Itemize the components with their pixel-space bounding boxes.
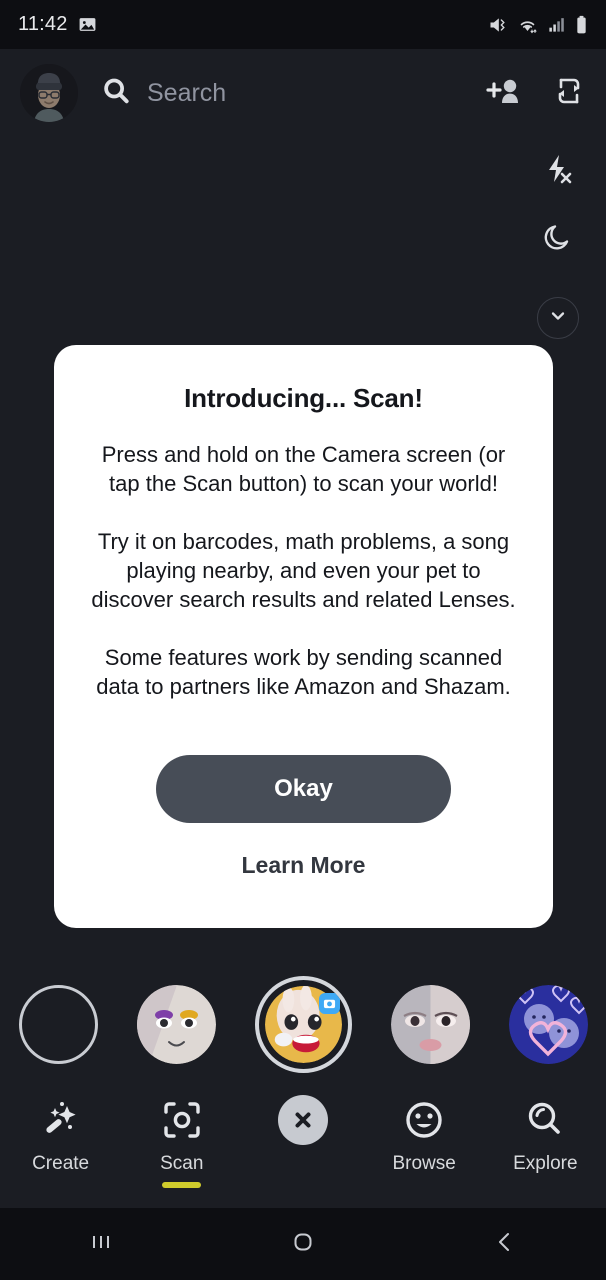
lens-bunny-face[interactable] [254,975,352,1073]
home-button[interactable] [243,1208,363,1280]
nav-item-browse[interactable]: Browse [368,1096,480,1175]
search-icon [101,76,131,111]
add-friend-icon[interactable] [485,75,522,112]
wifi-icon [517,15,538,35]
search-bar[interactable]: Search [101,76,485,111]
lens-camera-badge [318,992,340,1014]
smiley-face-icon [403,1096,445,1144]
nav-label-explore: Explore [513,1153,578,1174]
back-button[interactable] [445,1208,565,1280]
status-bar-left: 11:42 [18,13,97,36]
magnifier-icon [524,1096,566,1144]
dialog-title: Introducing... Scan! [184,383,423,413]
flip-camera-icon[interactable] [552,74,586,113]
dialog-paragraph-1: Press and hold on the Camera screen (or … [101,442,506,496]
android-status-bar: 11:42 [0,0,606,49]
okay-button[interactable]: Okay [156,755,451,823]
back-chevron-icon [492,1229,518,1260]
home-icon [290,1229,316,1260]
vibrate-mode-icon [488,15,508,35]
lens-carousel [0,975,606,1073]
cellular-signal-icon [547,15,566,34]
dialog-paragraph-2: Try it on barcodes, math problems, a son… [91,529,516,612]
learn-more-link[interactable]: Learn More [54,852,553,879]
flash-off-icon [541,152,575,191]
recents-icon [88,1229,114,1260]
lens-none[interactable] [18,984,98,1064]
top-bar-actions [485,74,586,113]
magic-wand-icon [40,1096,82,1144]
nav-item-create[interactable]: Create [5,1096,117,1175]
night-mode-button[interactable] [528,205,588,273]
search-input[interactable]: Search [147,79,226,108]
lens-split-eyes[interactable] [390,984,470,1064]
active-tab-indicator [162,1182,202,1188]
nav-label-browse: Browse [392,1153,456,1174]
scan-frame-icon [161,1096,203,1144]
chevron-down-icon [549,307,567,330]
nav-label-scan: Scan [160,1153,204,1174]
status-bar-clock: 11:42 [18,13,68,35]
nav-item-scan[interactable]: Scan [126,1096,238,1188]
scan-intro-dialog: Introducing... Scan! Press and hold on t… [54,345,553,928]
nav-item-close[interactable] [247,1095,359,1153]
lens-hearts[interactable] [508,984,588,1064]
night-mode-icon [542,221,574,258]
bottom-navigation: Create Scan Browse Explore [0,1088,606,1200]
flash-off-button[interactable] [528,137,588,205]
camera-top-bar: Search [0,49,606,137]
lens-eyeshadow[interactable] [136,984,216,1064]
nav-label-create: Create [32,1153,90,1174]
battery-icon [575,15,588,35]
avatar[interactable] [20,64,78,122]
screenshot-notification-icon [78,15,97,34]
dialog-paragraph-3: Some features work by sending scanned da… [96,645,511,699]
more-options-button[interactable] [537,297,579,339]
android-navigation-bar [0,1208,606,1280]
status-bar-right [488,15,588,35]
recents-button[interactable] [41,1208,161,1280]
close-x-icon[interactable] [277,1095,328,1145]
phone-screen: 11:42 Search Introducing... Scan! Press … [0,0,606,1280]
camera-side-controls [528,137,588,339]
nav-item-explore[interactable]: Explore [489,1096,601,1175]
